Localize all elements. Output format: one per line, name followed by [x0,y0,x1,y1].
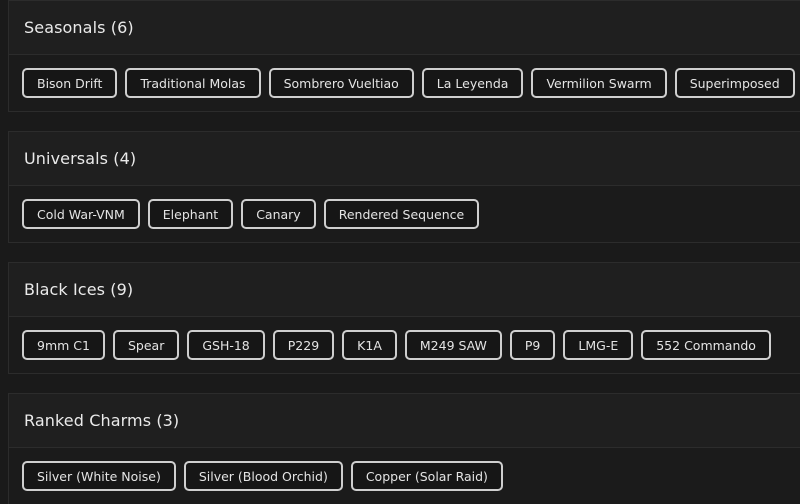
chip-bison-drift[interactable]: Bison Drift [22,68,118,98]
chip-la-leyenda[interactable]: La Leyenda [421,68,524,98]
section-black-ices: Black Ices (9) 9mm C1 Spear GSH-18 P229 … [8,262,800,374]
section-header: Universals (4) [9,132,800,186]
chip-list-black-ices: 9mm C1 Spear GSH-18 P229 K1A M249 SAW P9… [9,317,800,373]
page: Seasonals (6) Bison Drift Traditional Mo… [0,0,800,504]
chip-silver-blood-orchid[interactable]: Silver (Blood Orchid) [183,461,343,491]
section-title-black-ices: Black Ices (9) [24,280,134,299]
chip-list-ranked-charms: Silver (White Noise) Silver (Blood Orchi… [9,448,800,504]
chip-lmg-e[interactable]: LMG-E [563,330,634,360]
chip-552-commando[interactable]: 552 Commando [641,330,771,360]
section-title-ranked-charms: Ranked Charms (3) [24,411,180,430]
section-ranked-charms: Ranked Charms (3) Silver (White Noise) S… [8,393,800,504]
chip-vermilion-swarm[interactable]: Vermilion Swarm [531,68,667,98]
chip-list-universals: Cold War-VNM Elephant Canary Rendered Se… [9,186,800,242]
section-seasonals: Seasonals (6) Bison Drift Traditional Mo… [8,0,800,112]
section-header: Ranked Charms (3) [9,394,800,448]
chip-list-seasonals: Bison Drift Traditional Molas Sombrero V… [9,55,800,111]
chip-copper-solar-raid[interactable]: Copper (Solar Raid) [350,461,503,491]
chip-traditional-molas[interactable]: Traditional Molas [125,68,261,98]
chip-sombrero-vueltiao[interactable]: Sombrero Vueltiao [268,68,414,98]
chip-k1a[interactable]: K1A [342,330,397,360]
section-title-seasonals: Seasonals (6) [24,18,134,37]
chip-silver-white-noise[interactable]: Silver (White Noise) [22,461,176,491]
section-title-universals: Universals (4) [24,149,137,168]
section-header: Black Ices (9) [9,263,800,317]
chip-spear[interactable]: Spear [112,330,180,360]
chip-9mm-c1[interactable]: 9mm C1 [22,330,105,360]
chip-elephant[interactable]: Elephant [147,199,234,229]
chip-canary[interactable]: Canary [241,199,316,229]
chip-p229[interactable]: P229 [272,330,335,360]
chip-p9[interactable]: P9 [509,330,556,360]
chip-cold-war-vnm[interactable]: Cold War-VNM [22,199,140,229]
section-header: Seasonals (6) [9,1,800,55]
chip-superimposed[interactable]: Superimposed [674,68,795,98]
chip-rendered-sequence[interactable]: Rendered Sequence [323,199,480,229]
section-universals: Universals (4) Cold War-VNM Elephant Can… [8,131,800,243]
chip-gsh-18[interactable]: GSH-18 [187,330,265,360]
chip-m249-saw[interactable]: M249 SAW [404,330,502,360]
